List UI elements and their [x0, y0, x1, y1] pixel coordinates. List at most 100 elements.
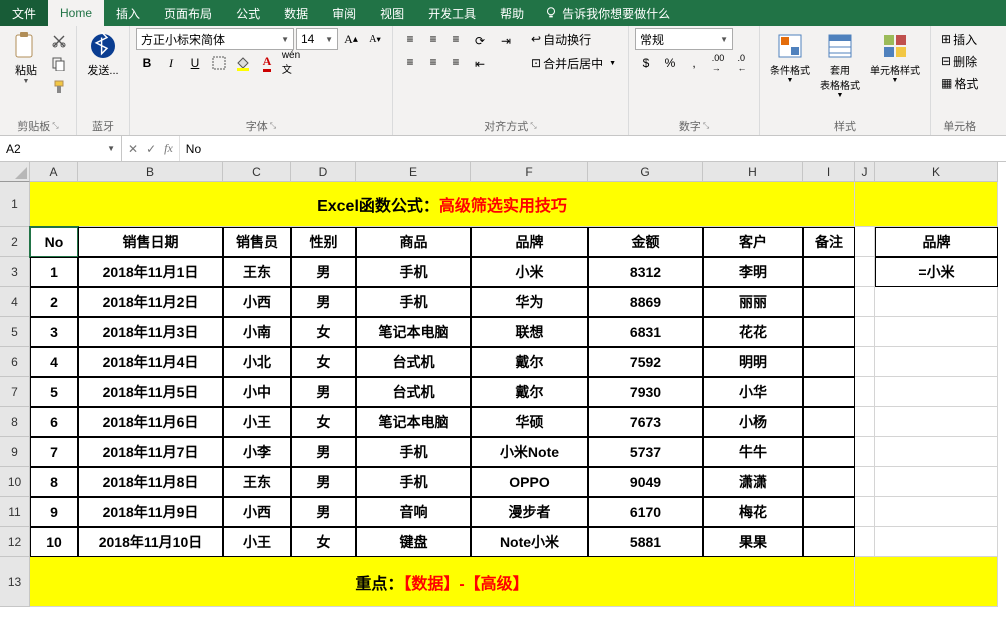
- tab-formulas[interactable]: 公式: [224, 0, 272, 26]
- number-format-combo[interactable]: 常规▼: [635, 28, 733, 50]
- tab-file[interactable]: 文件: [0, 0, 48, 26]
- wrap-text-button[interactable]: ↩自动换行: [525, 28, 622, 50]
- phonetic-button[interactable]: wén文: [280, 52, 302, 74]
- font-size-combo[interactable]: 14▼: [296, 28, 338, 50]
- data-cell[interactable]: 9049: [588, 467, 703, 497]
- merge-center-button[interactable]: ⊡合并后居中▼: [525, 52, 622, 74]
- row-header[interactable]: 11: [0, 497, 30, 527]
- row-header[interactable]: 1: [0, 182, 30, 227]
- data-cell[interactable]: 7592: [588, 347, 703, 377]
- data-cell[interactable]: [803, 437, 855, 467]
- data-cell[interactable]: 8312: [588, 257, 703, 287]
- format-as-table-button[interactable]: 套用 表格格式▼: [816, 28, 864, 101]
- header-cell[interactable]: 销售日期: [78, 227, 223, 257]
- data-cell[interactable]: 9: [30, 497, 78, 527]
- data-cell[interactable]: 梅花: [703, 497, 803, 527]
- data-cell[interactable]: 小杨: [703, 407, 803, 437]
- cell[interactable]: [875, 287, 998, 317]
- data-cell[interactable]: 小西: [223, 497, 291, 527]
- cell[interactable]: [875, 377, 998, 407]
- cell[interactable]: [855, 497, 875, 527]
- data-cell[interactable]: 2018年11月6日: [78, 407, 223, 437]
- data-cell[interactable]: 1: [30, 257, 78, 287]
- enter-formula-button[interactable]: ✓: [146, 142, 156, 156]
- cell-styles-button[interactable]: 单元格样式▼: [866, 28, 924, 86]
- increase-indent-button[interactable]: ⇥: [493, 30, 519, 52]
- data-cell[interactable]: 2018年11月9日: [78, 497, 223, 527]
- align-center-button[interactable]: ≡: [422, 51, 444, 73]
- tell-me-search[interactable]: 告诉我你想要做什么: [544, 5, 670, 22]
- conditional-format-button[interactable]: 条件格式▼: [766, 28, 814, 86]
- percent-format-button[interactable]: %: [659, 52, 681, 74]
- data-cell[interactable]: 小南: [223, 317, 291, 347]
- tab-insert[interactable]: 插入: [104, 0, 152, 26]
- align-right-button[interactable]: ≡: [445, 51, 467, 73]
- fill-color-button[interactable]: [232, 52, 254, 74]
- data-cell[interactable]: 华硕: [471, 407, 588, 437]
- data-cell[interactable]: 牛牛: [703, 437, 803, 467]
- data-cell[interactable]: 小米Note: [471, 437, 588, 467]
- cut-button[interactable]: [48, 30, 70, 52]
- data-cell[interactable]: 手机: [356, 257, 471, 287]
- data-cell[interactable]: 2018年11月10日: [78, 527, 223, 557]
- row-header[interactable]: 10: [0, 467, 30, 497]
- dialog-launcher-icon[interactable]: ⤡: [703, 121, 709, 131]
- select-all-corner[interactable]: [0, 162, 30, 182]
- column-header[interactable]: B: [78, 162, 223, 182]
- tab-help[interactable]: 帮助: [488, 0, 536, 26]
- data-cell[interactable]: 小王: [223, 407, 291, 437]
- formula-input[interactable]: No: [180, 136, 1006, 161]
- font-color-button[interactable]: A: [256, 52, 278, 74]
- cell[interactable]: [875, 347, 998, 377]
- cell[interactable]: [855, 317, 875, 347]
- cell[interactable]: [855, 347, 875, 377]
- column-header[interactable]: F: [471, 162, 588, 182]
- header-cell[interactable]: 金额: [588, 227, 703, 257]
- column-header[interactable]: D: [291, 162, 356, 182]
- active-cell[interactable]: No: [30, 227, 78, 257]
- data-cell[interactable]: 8: [30, 467, 78, 497]
- data-cell[interactable]: 2018年11月7日: [78, 437, 223, 467]
- increase-font-button[interactable]: A▴: [340, 28, 362, 50]
- cell[interactable]: [855, 467, 875, 497]
- data-cell[interactable]: 漫步者: [471, 497, 588, 527]
- data-cell[interactable]: 戴尔: [471, 377, 588, 407]
- tab-page-layout[interactable]: 页面布局: [152, 0, 224, 26]
- data-cell[interactable]: 丽丽: [703, 287, 803, 317]
- tab-developer[interactable]: 开发工具: [416, 0, 488, 26]
- data-cell[interactable]: 小西: [223, 287, 291, 317]
- data-cell[interactable]: 台式机: [356, 377, 471, 407]
- data-cell[interactable]: [803, 347, 855, 377]
- header-cell[interactable]: 性别: [291, 227, 356, 257]
- cell[interactable]: [875, 527, 998, 557]
- row-header[interactable]: 2: [0, 227, 30, 257]
- data-cell[interactable]: 果果: [703, 527, 803, 557]
- filter-criteria-cell[interactable]: =小米: [875, 257, 998, 287]
- column-header[interactable]: H: [703, 162, 803, 182]
- data-cell[interactable]: 男: [291, 467, 356, 497]
- data-cell[interactable]: [803, 407, 855, 437]
- underline-button[interactable]: U: [184, 52, 206, 74]
- data-cell[interactable]: [803, 317, 855, 347]
- data-cell[interactable]: 王东: [223, 467, 291, 497]
- column-header[interactable]: K: [875, 162, 998, 182]
- row-header[interactable]: 4: [0, 287, 30, 317]
- column-header[interactable]: C: [223, 162, 291, 182]
- row-header[interactable]: 7: [0, 377, 30, 407]
- data-cell[interactable]: 手机: [356, 437, 471, 467]
- data-cell[interactable]: 2018年11月5日: [78, 377, 223, 407]
- row-header[interactable]: 3: [0, 257, 30, 287]
- decrease-indent-button[interactable]: ⇤: [469, 53, 491, 75]
- tab-view[interactable]: 视图: [368, 0, 416, 26]
- paste-button[interactable]: 粘贴 ▼: [6, 28, 46, 87]
- cell[interactable]: [855, 407, 875, 437]
- data-cell[interactable]: 男: [291, 437, 356, 467]
- data-cell[interactable]: 6831: [588, 317, 703, 347]
- data-cell[interactable]: 键盘: [356, 527, 471, 557]
- insert-cells-button[interactable]: ⊞插入: [937, 28, 981, 50]
- data-cell[interactable]: 6: [30, 407, 78, 437]
- data-cell[interactable]: 花花: [703, 317, 803, 347]
- data-cell[interactable]: 2018年11月4日: [78, 347, 223, 377]
- accounting-format-button[interactable]: $: [635, 52, 657, 74]
- tab-review[interactable]: 审阅: [320, 0, 368, 26]
